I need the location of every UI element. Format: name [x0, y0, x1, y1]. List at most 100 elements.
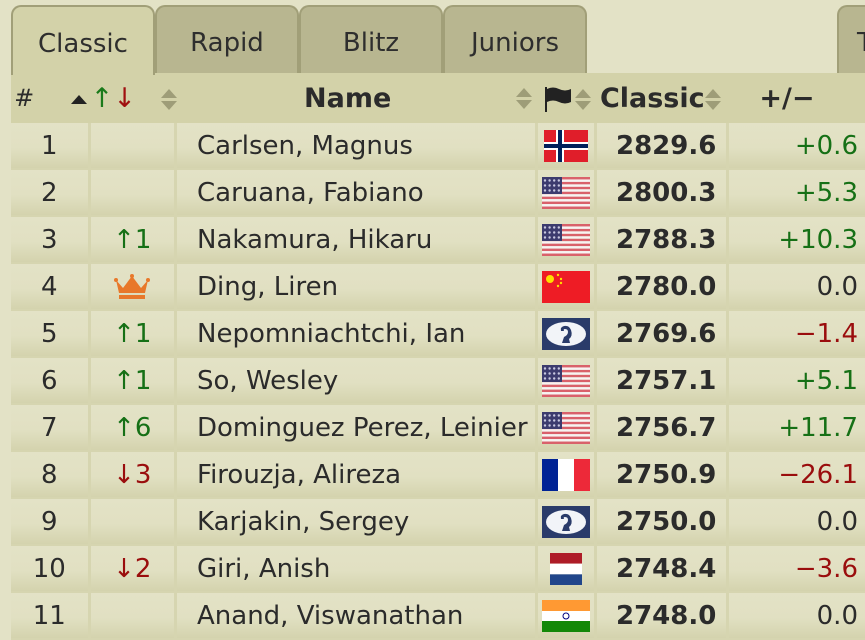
rating-cell: 2800.3 [596, 170, 730, 217]
flag-icon [545, 87, 572, 112]
movement-cell: ↑1 [90, 311, 177, 358]
player-name[interactable]: Firouzja, Alireza [177, 452, 538, 499]
ranking-table-container: # ↑↓ Name Classic +/− 1 Carlsen, Magnus … [11, 73, 865, 640]
delta-header-label: +/− [759, 82, 815, 114]
arrow-up-icon: ↑ [113, 318, 135, 349]
table-row[interactable]: 5 ↑1 Nepomniachtchi, Ian 2769.6 −1.4 [11, 311, 865, 358]
player-name[interactable]: Ding, Liren [177, 264, 538, 311]
rank-up-indicator: ↑1 [113, 319, 151, 349]
delta-cell: +5.1 [729, 358, 865, 405]
tab-label: Blitz [342, 28, 400, 58]
tab-juniors[interactable]: Juniors [443, 5, 587, 73]
sort-icon [161, 88, 177, 110]
fide-flag-icon [541, 505, 590, 538]
player-name[interactable]: Karjakin, Sergey [177, 499, 538, 546]
rating-cell: 2780.0 [596, 264, 730, 311]
table-row[interactable]: 3 ↑1 Nakamura, Hikaru 2788.3 +10.3 [11, 217, 865, 264]
tab-more[interactable]: T [837, 5, 865, 73]
tab-blitz[interactable]: Blitz [299, 5, 443, 73]
delta-cell: +10.3 [729, 217, 865, 264]
flag-cell [537, 405, 597, 452]
col-flag-header[interactable] [538, 73, 597, 123]
ranking-table: # ↑↓ Name Classic +/− 1 Carlsen, Magnus … [11, 73, 865, 640]
rank-cell: 9 [11, 499, 91, 546]
rank-change-value: 1 [134, 365, 152, 396]
movement-cell: ↑6 [90, 405, 177, 452]
china-flag-icon [541, 270, 590, 303]
player-name[interactable]: Caruana, Fabiano [177, 170, 538, 217]
rating-header-label: Classic [599, 82, 705, 114]
crown-icon [114, 274, 151, 299]
player-name[interactable]: Nakamura, Hikaru [177, 217, 538, 264]
flag-cell [537, 311, 597, 358]
delta-cell: 0.0 [729, 499, 865, 546]
usa-flag-icon [541, 411, 590, 444]
arrow-up-icon: ↑ [113, 224, 135, 255]
player-name[interactable]: Anand, Viswanathan [177, 593, 538, 640]
flag-cell [537, 546, 597, 593]
rating-cell: 2748.0 [596, 593, 730, 640]
rank-cell: 4 [11, 264, 91, 311]
tab-rapid[interactable]: Rapid [155, 5, 299, 73]
fide-flag-icon [541, 317, 590, 350]
rank-change-value: 2 [134, 553, 152, 584]
table-row[interactable]: 1 Carlsen, Magnus 2829.6 +0.6 [11, 123, 865, 170]
col-movement-header[interactable]: ↑↓ [91, 73, 177, 123]
flag-cell [537, 499, 597, 546]
rating-cell: 2750.0 [596, 499, 730, 546]
movement-cell [90, 170, 177, 217]
flag-cell [537, 593, 597, 640]
rank-down-indicator: ↓2 [113, 554, 151, 584]
player-name[interactable]: Carlsen, Magnus [177, 123, 538, 170]
rank-change-value: 6 [134, 412, 152, 443]
name-header-label: Name [304, 82, 392, 114]
india-flag-icon [541, 599, 590, 632]
rank-cell: 10 [11, 546, 91, 593]
rating-tabs: Classic Rapid Blitz Juniors T [11, 5, 865, 75]
movement-arrows-icon: ↑↓ [90, 82, 136, 114]
movement-cell [90, 593, 177, 640]
flag-cell [537, 452, 597, 499]
player-name[interactable]: Giri, Anish [177, 546, 538, 593]
usa-flag-icon [541, 176, 590, 209]
sort-icon [575, 88, 592, 110]
rank-cell: 3 [11, 217, 91, 264]
player-name[interactable]: So, Wesley [177, 358, 538, 405]
sort-ascending-icon [71, 94, 88, 104]
table-row[interactable]: 2 Caruana, Fabiano 2800.3 +5.3 [11, 170, 865, 217]
table-row[interactable]: 8 ↓3 Firouzja, Alireza 2750.9 −26.1 [11, 452, 865, 499]
usa-flag-icon [541, 223, 590, 256]
table-row[interactable]: 7 ↑6 Dominguez Perez, Leinier 2756.7 +11… [11, 405, 865, 452]
tab-label: Juniors [471, 28, 559, 58]
france-flag-icon [541, 458, 590, 491]
tab-classic[interactable]: Classic [11, 5, 155, 75]
tab-label: Classic [38, 29, 128, 59]
col-name-header[interactable]: Name [177, 73, 538, 123]
player-name[interactable]: Nepomniachtchi, Ian [177, 311, 538, 358]
rank-up-indicator: ↑1 [113, 366, 151, 396]
table-row[interactable]: 9 Karjakin, Sergey 2750.0 0.0 [11, 499, 865, 546]
rating-cell: 2748.4 [596, 546, 730, 593]
rank-cell: 2 [11, 170, 91, 217]
col-delta-header[interactable]: +/− [729, 73, 865, 123]
delta-cell: −26.1 [729, 452, 865, 499]
movement-cell: ↑1 [90, 217, 177, 264]
table-row[interactable]: 4 Ding, Liren 2780.0 0.0 [11, 264, 865, 311]
arrow-up-icon: ↑ [113, 412, 135, 443]
rank-cell: 7 [11, 405, 91, 452]
rank-cell: 6 [11, 358, 91, 405]
delta-cell: +0.6 [729, 123, 865, 170]
col-rating-header[interactable]: Classic [597, 73, 729, 123]
delta-cell: 0.0 [729, 264, 865, 311]
table-row[interactable]: 10 ↓2 Giri, Anish 2748.4 −3.6 [11, 546, 865, 593]
player-name[interactable]: Dominguez Perez, Leinier [177, 405, 538, 452]
movement-cell: ↓2 [90, 546, 177, 593]
movement-cell [90, 123, 177, 170]
arrow-down-icon: ↓ [113, 459, 135, 490]
table-row[interactable]: 6 ↑1 So, Wesley 2757.1 +5.1 [11, 358, 865, 405]
rank-change-value: 3 [134, 459, 152, 490]
movement-cell: ↑1 [90, 358, 177, 405]
col-rank-header[interactable]: # [11, 73, 91, 123]
rating-cell: 2769.6 [596, 311, 730, 358]
table-row[interactable]: 11 Anand, Viswanathan 2748.0 0.0 [11, 593, 865, 640]
